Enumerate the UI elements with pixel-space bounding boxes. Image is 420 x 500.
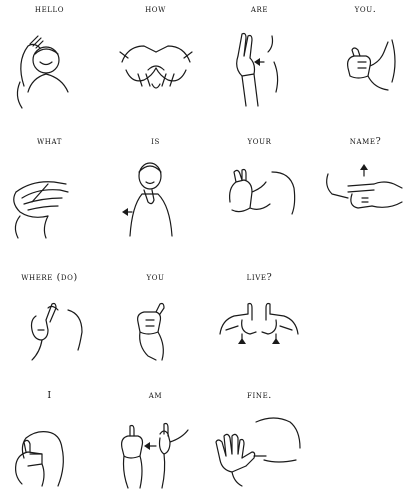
am-sign-illustration xyxy=(121,422,189,489)
sign-what: WHAT xyxy=(2,136,97,246)
how-sign-illustration xyxy=(119,45,193,89)
sign-word-label: YOU. xyxy=(354,4,377,15)
sign-word-label: FINE. xyxy=(247,390,272,401)
fine-sign-illustration xyxy=(215,417,301,487)
you-sign-illustration xyxy=(347,39,396,91)
sign-word-label: HELLO xyxy=(34,4,65,15)
live-sign-illustration xyxy=(219,302,299,344)
hello-sign-illustration xyxy=(16,35,69,109)
sign-word-label: ARE xyxy=(250,4,269,15)
sign-word-label: IS xyxy=(151,136,160,147)
is-sign-illustration xyxy=(122,162,173,237)
sign-word-label: WHAT xyxy=(36,136,63,147)
sign-word-label: LIVE? xyxy=(246,272,273,283)
sign-word-label: I xyxy=(47,390,52,401)
sign-you: YOU. xyxy=(318,4,413,114)
sign-live: LIVE? xyxy=(212,272,307,382)
name-sign-illustration xyxy=(326,164,403,209)
sign-am: AM xyxy=(108,390,203,500)
are-sign-illustration xyxy=(236,32,279,107)
your-sign-illustration xyxy=(229,168,296,215)
you-sign-illustration-2 xyxy=(137,302,165,361)
sign-you-2: YOU xyxy=(108,272,203,382)
sign-word-label: AM xyxy=(148,390,163,401)
where-do-sign-illustration xyxy=(30,302,83,361)
sign-your: YOUR xyxy=(212,136,307,246)
sign-word-label: NAME? xyxy=(349,136,382,147)
sign-word-label: YOUR xyxy=(247,136,272,147)
sign-i: I xyxy=(2,390,97,500)
sign-how: HOW xyxy=(108,4,203,114)
sign-word-label: WHERE (DO) xyxy=(21,272,78,283)
sign-fine: FINE. xyxy=(212,390,307,500)
sign-where-do: WHERE (DO) xyxy=(2,272,97,382)
sign-name: NAME? xyxy=(318,136,413,246)
sign-hello: HELLO xyxy=(2,4,97,114)
sign-word-label: HOW xyxy=(145,4,166,15)
sign-is: IS xyxy=(108,136,203,246)
sign-word-label: YOU xyxy=(146,272,165,283)
sign-are: ARE xyxy=(212,4,307,114)
what-sign-illustration xyxy=(13,181,69,239)
i-sign-illustration xyxy=(15,431,64,487)
